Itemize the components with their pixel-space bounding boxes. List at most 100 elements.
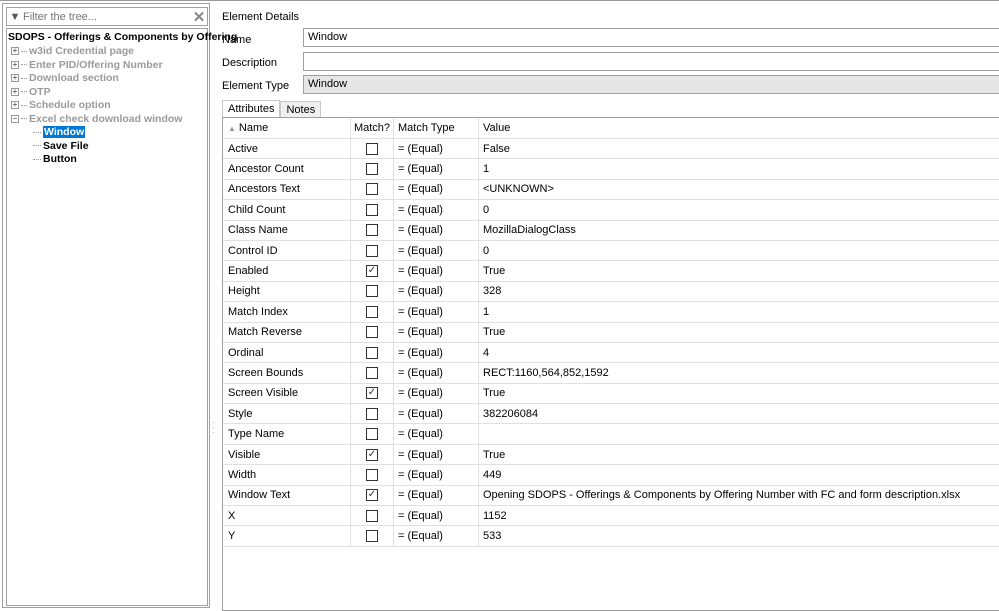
clear-filter-icon[interactable]: ✕: [191, 8, 207, 26]
expand-icon[interactable]: +: [11, 87, 19, 96]
match-type[interactable]: = (Equal): [394, 302, 479, 322]
expand-icon[interactable]: +: [11, 60, 19, 69]
match-type[interactable]: = (Equal): [394, 240, 479, 261]
match-checkbox[interactable]: [366, 407, 378, 420]
match-type[interactable]: = (Equal): [394, 506, 479, 526]
name-field[interactable]: Window: [303, 28, 999, 47]
attr-value[interactable]: False: [479, 139, 999, 158]
attr-value[interactable]: MozillaDialogClass: [479, 221, 999, 240]
match-checkbox[interactable]: [366, 509, 378, 522]
attr-value[interactable]: True: [479, 445, 999, 464]
match-checkbox[interactable]: ✓: [366, 265, 378, 278]
attr-value[interactable]: <UNKNOWN>: [479, 180, 999, 199]
table-row[interactable]: Ancestors Text = (Equal) <UNKNOWN>: [223, 179, 999, 201]
match-type[interactable]: = (Equal): [394, 404, 479, 424]
match-type[interactable]: = (Equal): [394, 281, 479, 302]
tree-node[interactable]: + Download section: [7, 72, 207, 86]
match-type[interactable]: = (Equal): [394, 220, 479, 240]
header-match-type[interactable]: Match Type: [394, 118, 479, 138]
attr-value[interactable]: True: [479, 384, 999, 403]
match-checkbox[interactable]: [366, 346, 378, 359]
match-type[interactable]: = (Equal): [394, 342, 479, 363]
attr-value[interactable]: 382206084: [479, 404, 999, 423]
tree-root[interactable]: SDOPS - Offerings & Components by Offeri…: [7, 31, 237, 45]
match-checkbox[interactable]: [366, 305, 378, 318]
collapse-icon[interactable]: −: [11, 114, 19, 123]
tab-attributes[interactable]: Attributes: [222, 100, 281, 117]
match-type[interactable]: = (Equal): [394, 261, 479, 281]
attr-value[interactable]: Opening SDOPS - Offerings & Components b…: [479, 486, 999, 505]
tree-child-node[interactable]: Button: [7, 153, 207, 167]
match-checkbox[interactable]: [366, 163, 378, 176]
filter-input[interactable]: [23, 10, 191, 23]
table-row[interactable]: Width = (Equal) 449: [223, 465, 999, 486]
table-row[interactable]: Enabled ✓ = (Equal) True: [223, 261, 999, 282]
table-row[interactable]: Ancestor Count = (Equal) 1: [223, 159, 999, 180]
match-type[interactable]: = (Equal): [394, 465, 479, 485]
match-type[interactable]: = (Equal): [394, 200, 479, 220]
attr-value[interactable]: 4: [479, 343, 999, 362]
match-checkbox[interactable]: ✓: [366, 448, 378, 461]
table-row[interactable]: Active = (Equal) False: [223, 139, 999, 160]
attr-value[interactable]: RECT:1160,564,852,1592: [479, 363, 999, 382]
table-row[interactable]: Match Index = (Equal) 1: [223, 302, 999, 323]
match-checkbox[interactable]: [366, 326, 378, 339]
match-checkbox[interactable]: [366, 183, 378, 196]
table-row[interactable]: Screen Visible ✓ = (Equal) True: [223, 383, 999, 405]
match-type[interactable]: = (Equal): [394, 179, 479, 200]
expand-icon[interactable]: +: [11, 47, 19, 56]
match-type[interactable]: = (Equal): [394, 424, 479, 444]
splitter-handle[interactable]: · · ·: [212, 419, 215, 437]
table-row[interactable]: X = (Equal) 1152: [223, 506, 999, 527]
tree-child-node[interactable]: Save File: [7, 139, 207, 153]
tree-node[interactable]: + Enter PID/Offering Number: [7, 58, 207, 72]
match-checkbox[interactable]: [366, 468, 378, 481]
attr-value[interactable]: 0: [479, 241, 999, 260]
match-checkbox[interactable]: [366, 366, 378, 379]
match-type[interactable]: = (Equal): [394, 526, 479, 546]
match-type[interactable]: = (Equal): [394, 139, 479, 159]
table-row[interactable]: Screen Bounds = (Equal) RECT:1160,564,85…: [223, 363, 999, 384]
expand-icon[interactable]: +: [11, 101, 19, 110]
tree-node[interactable]: + Schedule option: [7, 99, 207, 113]
match-type[interactable]: = (Equal): [394, 444, 479, 465]
attr-value[interactable]: 449: [479, 465, 999, 484]
attr-value[interactable]: 1152: [479, 506, 999, 525]
table-row[interactable]: Y = (Equal) 533: [223, 526, 999, 547]
attr-value[interactable]: 328: [479, 282, 999, 301]
table-row[interactable]: Match Reverse = (Equal) True: [223, 322, 999, 343]
table-row[interactable]: Control ID = (Equal) 0: [223, 240, 999, 262]
table-row[interactable]: Visible ✓ = (Equal) True: [223, 444, 999, 466]
table-row[interactable]: Type Name = (Equal): [223, 424, 999, 445]
match-type[interactable]: = (Equal): [394, 322, 479, 342]
match-checkbox[interactable]: [366, 203, 378, 216]
attr-value[interactable]: True: [479, 261, 999, 280]
match-type[interactable]: = (Equal): [394, 485, 479, 506]
table-row[interactable]: Child Count = (Equal) 0: [223, 200, 999, 221]
attr-value[interactable]: 1: [479, 159, 999, 178]
match-type[interactable]: = (Equal): [394, 159, 479, 179]
match-checkbox[interactable]: [366, 224, 378, 237]
attr-value[interactable]: True: [479, 323, 999, 342]
tree-node[interactable]: + w3id Credential page: [7, 45, 207, 59]
match-checkbox[interactable]: [366, 285, 378, 298]
tree-node[interactable]: + OTP: [7, 85, 207, 99]
match-checkbox[interactable]: [366, 530, 378, 543]
table-row[interactable]: Ordinal = (Equal) 4: [223, 342, 999, 364]
match-checkbox[interactable]: ✓: [366, 387, 378, 400]
tree-child-node[interactable]: Window: [7, 126, 207, 140]
expand-icon[interactable]: +: [11, 74, 19, 83]
table-row[interactable]: Class Name = (Equal) MozillaDialogClass: [223, 220, 999, 241]
match-checkbox[interactable]: [366, 244, 378, 257]
match-checkbox[interactable]: ✓: [366, 489, 378, 502]
table-row[interactable]: Style = (Equal) 382206084: [223, 404, 999, 425]
match-checkbox[interactable]: [366, 142, 378, 155]
header-value[interactable]: Value: [479, 118, 999, 138]
header-match[interactable]: Match?: [351, 118, 394, 138]
table-row[interactable]: Height = (Equal) 328: [223, 281, 999, 303]
match-checkbox[interactable]: [366, 428, 378, 441]
tab-notes[interactable]: Notes: [280, 101, 322, 118]
attr-value[interactable]: 1: [479, 302, 999, 321]
table-row[interactable]: Window Text ✓ = (Equal) Opening SDOPS - …: [223, 485, 999, 507]
attr-value[interactable]: 533: [479, 526, 999, 545]
